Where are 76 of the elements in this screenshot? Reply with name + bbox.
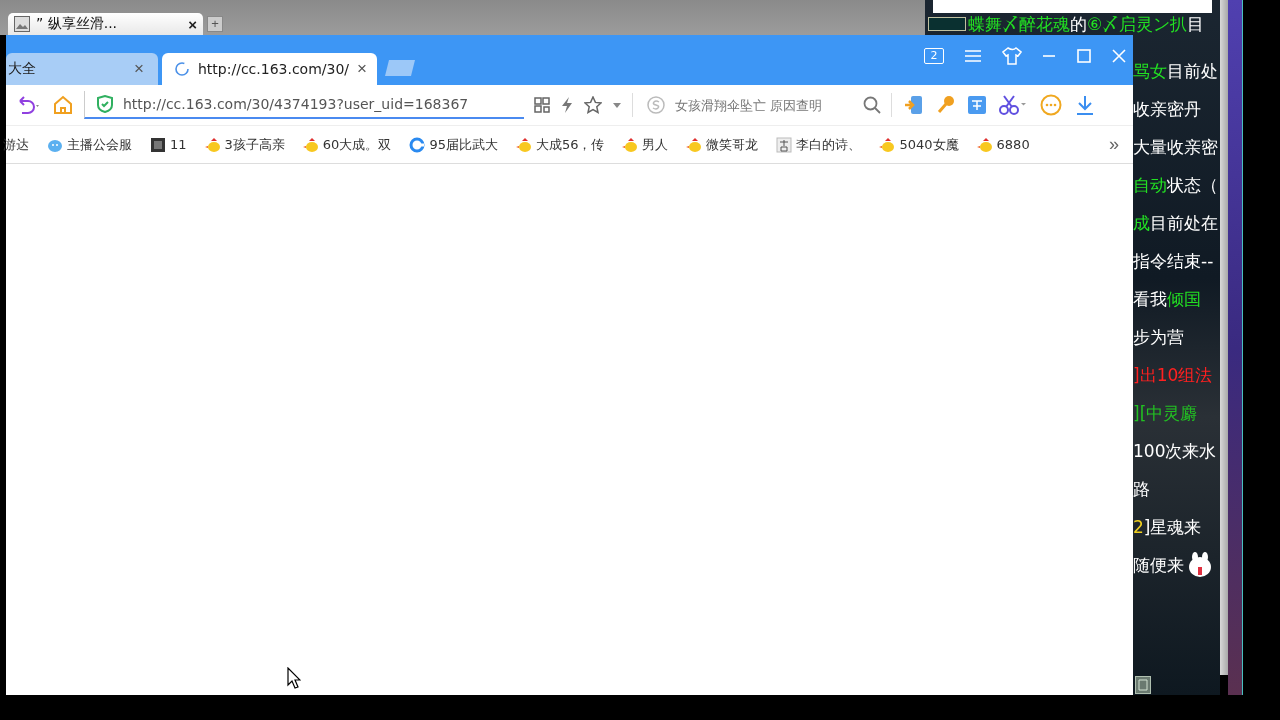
more-icon[interactable]: [1040, 94, 1062, 116]
bookmark-item[interactable]: 11: [150, 136, 187, 153]
chat-line: 随便来: [1133, 556, 1184, 574]
shield-icon: [97, 95, 113, 113]
tab-close-button[interactable]: ×: [357, 59, 367, 79]
bookmark-item[interactable]: 大成56，传: [515, 135, 605, 154]
bookmark-item[interactable]: 主播公会服: [47, 135, 132, 154]
qr-code-icon[interactable]: [534, 97, 550, 113]
bookmark-item[interactable]: 6880: [976, 136, 1030, 153]
translate-icon[interactable]: [968, 96, 986, 114]
chick-icon: [515, 136, 533, 153]
bookmark-item[interactable]: 微笑哥龙: [686, 135, 759, 154]
chat-line: ]出10组法: [1133, 366, 1213, 384]
bookmark-item[interactable]: 60大成。双: [302, 135, 392, 154]
maximize-icon[interactable]: [1076, 48, 1092, 64]
chat-line: 骂女目前处: [1133, 62, 1218, 80]
loading-icon: [174, 61, 190, 77]
chat-line: 步为营: [1133, 328, 1184, 346]
download-icon[interactable]: [1075, 95, 1095, 115]
lightning-icon[interactable]: [560, 96, 574, 114]
chat-heading: 蝶舞〆醉花魂的⑥〆启灵ン扒目: [968, 15, 1205, 33]
new-tab-icon[interactable]: [385, 59, 417, 77]
address-field[interactable]: http://cc.163.com/30/4374193?user_uid=168367: [84, 91, 524, 119]
search-icon[interactable]: [863, 96, 881, 114]
bookmark-item[interactable]: 3孩子高亲: [204, 135, 285, 154]
chat-line: 成目前处在: [1133, 214, 1218, 232]
more-bookmarks-button[interactable]: »: [1109, 134, 1119, 155]
chick-icon: [976, 136, 994, 153]
bookmark-item[interactable]: 5040女魔: [879, 135, 959, 154]
caret-icon[interactable]: [612, 101, 622, 109]
bunny-icon: [1188, 552, 1212, 578]
chat-line: 看我倾国: [1133, 290, 1201, 308]
picture-icon: [14, 16, 30, 32]
tab-title: ” 纵享丝滑...: [36, 15, 119, 33]
tab-close-button[interactable]: ×: [188, 15, 197, 33]
star-icon[interactable]: [584, 96, 602, 114]
scissors-icon[interactable]: [999, 95, 1027, 115]
chat-input-field[interactable]: [933, 0, 1212, 13]
browser-tab[interactable]: http://cc.163.com/30/ ×: [162, 53, 377, 85]
chick-icon: [686, 136, 704, 153]
chat-line: 大量收亲密: [1133, 138, 1218, 156]
tab-close-button[interactable]: ×: [134, 59, 144, 79]
chat-line: 收亲密丹: [1133, 100, 1201, 118]
square-icon: [150, 136, 167, 153]
bookmark-item[interactable]: 男人: [622, 135, 669, 154]
browser-tab[interactable]: 大全 ×: [6, 53, 158, 85]
chat-line: 2]星魂来: [1133, 518, 1202, 536]
new-tab-button[interactable]: +: [207, 16, 223, 32]
tab-title: http://cc.163.com/30/: [198, 61, 350, 77]
bookmark-item[interactable]: 95届比武大: [409, 135, 498, 154]
page-icon: [776, 136, 794, 153]
chat-line: 100次来水: [1133, 442, 1217, 460]
back-icon[interactable]: [16, 95, 42, 115]
badge-icon: [928, 17, 966, 31]
phone-icon[interactable]: [904, 95, 924, 115]
home-icon[interactable]: [52, 95, 74, 115]
s-logo-icon: [647, 96, 665, 114]
chat-line: 指令结束--: [1133, 252, 1214, 270]
key-icon[interactable]: [937, 95, 955, 115]
close-icon[interactable]: [1111, 48, 1127, 64]
background-tab[interactable]: ” 纵享丝滑... ×: [8, 13, 203, 35]
menu-icon[interactable]: [963, 48, 983, 64]
tab-title: 大全: [8, 60, 37, 78]
chat-line: ][中灵麝: [1133, 404, 1198, 422]
chick-icon: [879, 136, 897, 153]
chat-line: 自动状态（: [1133, 176, 1218, 194]
cursor-icon: [287, 667, 301, 689]
chat-line: 路: [1133, 480, 1150, 498]
ring-icon: [409, 136, 427, 153]
chick-icon: [622, 136, 640, 153]
scroll-icon: [1135, 676, 1151, 694]
url-text: http://cc.163.com/30/4374193?user_uid=168367: [123, 96, 469, 112]
bookmark-item[interactable]: 李白的诗、: [776, 135, 862, 154]
chick-icon: [302, 136, 320, 153]
chick-icon: [204, 136, 222, 153]
shirt-icon[interactable]: [1002, 47, 1022, 65]
